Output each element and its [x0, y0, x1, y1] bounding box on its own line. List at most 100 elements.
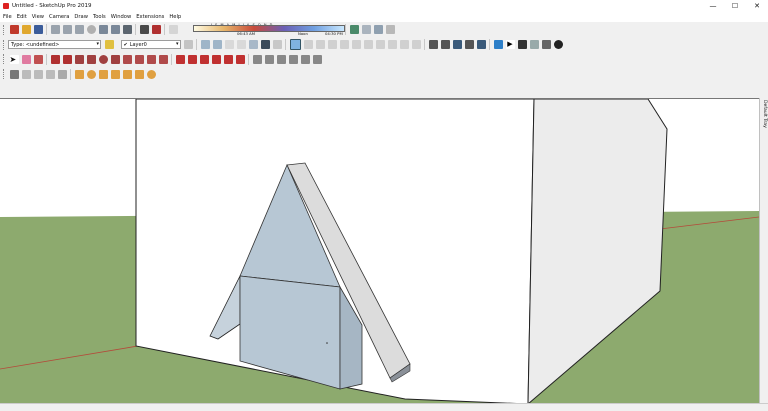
copy-icon[interactable] [62, 25, 72, 34]
freehand-icon[interactable] [62, 54, 72, 64]
section-plane-icon[interactable] [363, 40, 373, 49]
section-cut-icon[interactable] [375, 40, 385, 49]
save-icon[interactable] [33, 25, 43, 34]
wireframe-icon[interactable] [224, 40, 234, 49]
toggle-terrain-icon[interactable] [385, 25, 395, 34]
menu-camera[interactable]: Camera [49, 14, 69, 20]
split-icon[interactable] [146, 69, 156, 79]
undo-icon[interactable] [98, 25, 108, 34]
monochrome-icon[interactable] [272, 40, 282, 49]
follow-me-icon[interactable] [211, 54, 221, 64]
xray-icon[interactable] [200, 40, 210, 49]
menu-help[interactable]: Help [169, 14, 181, 20]
axes-icon[interactable] [300, 54, 310, 64]
3d-text-icon[interactable] [312, 54, 322, 64]
right-view-icon[interactable] [327, 40, 337, 49]
union-icon[interactable] [110, 69, 120, 79]
dimension-icon[interactable] [264, 54, 274, 64]
sandbox-icon[interactable] [57, 69, 67, 79]
subtract-icon[interactable] [122, 69, 132, 79]
line-icon[interactable] [50, 54, 60, 64]
circle-icon[interactable] [98, 54, 108, 64]
model-info-icon[interactable] [139, 25, 149, 34]
section-icon[interactable] [21, 69, 31, 79]
print-icon[interactable] [122, 25, 132, 34]
look-around-icon[interactable] [33, 69, 43, 79]
rotate-icon[interactable] [199, 54, 209, 64]
close-button[interactable]: ✕ [746, 0, 768, 12]
shadow-toggle-icon[interactable] [168, 25, 178, 34]
solid-tools-icon[interactable] [74, 69, 84, 79]
new-file-icon[interactable] [9, 25, 19, 34]
play-icon[interactable]: ▶ [505, 40, 515, 49]
stop-icon[interactable] [517, 40, 527, 49]
cut-icon[interactable] [50, 25, 60, 34]
rectangle-icon[interactable] [74, 54, 84, 64]
hidden-line-icon[interactable] [236, 40, 246, 49]
open-file-icon[interactable] [21, 25, 31, 34]
menu-draw[interactable]: Draw [74, 14, 88, 20]
camera-position-icon[interactable] [411, 40, 421, 49]
select-arrow-icon[interactable]: ➤ [9, 54, 19, 64]
menu-edit[interactable]: Edit [17, 14, 27, 20]
pie-icon[interactable] [158, 54, 168, 64]
left-view-icon[interactable] [351, 40, 361, 49]
layer-manager-icon[interactable] [105, 40, 114, 49]
gear-icon[interactable] [553, 40, 563, 49]
redo-icon[interactable] [110, 25, 120, 34]
menu-file[interactable]: File [3, 14, 12, 20]
scenes-icon[interactable] [476, 40, 486, 49]
minimize-button[interactable]: — [702, 0, 724, 12]
top-view-icon[interactable] [303, 40, 313, 49]
two-point-arc-icon[interactable] [134, 54, 144, 64]
menu-view[interactable]: View [32, 14, 44, 20]
styles-icon[interactable] [464, 40, 474, 49]
walk-icon[interactable] [9, 69, 19, 79]
menu-extensions[interactable]: Extensions [136, 14, 164, 20]
shaded-icon[interactable] [248, 40, 258, 49]
ruby-console-icon[interactable] [493, 40, 503, 49]
material-icon[interactable] [452, 40, 462, 49]
toolbar-grip[interactable] [3, 39, 6, 50]
offset-icon[interactable] [235, 54, 245, 64]
eraser-icon[interactable] [21, 54, 31, 64]
extension-warehouse-icon[interactable] [151, 25, 161, 34]
group-icon[interactable] [440, 40, 450, 49]
display-section-icon[interactable] [399, 40, 409, 49]
position-camera-icon[interactable] [45, 69, 55, 79]
animation-icon[interactable] [529, 40, 539, 49]
record-icon[interactable] [541, 40, 551, 49]
intersect-icon[interactable] [98, 69, 108, 79]
layer-select[interactable]: ✔ Layer0 ▾ [120, 40, 181, 49]
maximize-button[interactable]: ☐ [724, 0, 746, 12]
push-pull-icon[interactable] [187, 54, 197, 64]
layer-props-icon[interactable] [183, 40, 193, 49]
shadow-settings-slider[interactable]: JFMAMJJASOND 06:43 AM Noon 04:30 PM [183, 23, 345, 36]
menu-tools[interactable]: Tools [93, 14, 106, 20]
shaded-textures-icon[interactable] [260, 40, 270, 49]
rotated-rectangle-icon[interactable] [86, 54, 96, 64]
move-icon[interactable] [175, 54, 185, 64]
toolbar-grip[interactable] [3, 54, 6, 64]
arc-icon[interactable] [122, 54, 132, 64]
toolbar-grip[interactable] [3, 24, 6, 35]
protractor-icon[interactable] [276, 54, 286, 64]
polygon-icon[interactable] [110, 54, 120, 64]
scale-icon[interactable] [223, 54, 233, 64]
trim-icon[interactable] [134, 69, 144, 79]
text-icon[interactable] [288, 54, 298, 64]
back-view-icon[interactable] [339, 40, 349, 49]
back-edges-icon[interactable] [212, 40, 222, 49]
scene-canvas[interactable] [0, 99, 759, 404]
tape-measure-icon[interactable] [252, 54, 262, 64]
three-point-arc-icon[interactable] [146, 54, 156, 64]
erase-icon[interactable] [86, 25, 96, 34]
iso-view-icon[interactable] [289, 39, 301, 50]
section-fill-icon[interactable] [387, 40, 397, 49]
component-icon[interactable] [428, 40, 438, 49]
menu-window[interactable]: Window [111, 14, 131, 20]
paint-bucket-icon[interactable] [33, 54, 43, 64]
geo-location-icon[interactable] [349, 25, 359, 34]
entity-type-select[interactable]: Type: <undefined> ▾ [8, 40, 101, 49]
front-view-icon[interactable] [315, 40, 325, 49]
